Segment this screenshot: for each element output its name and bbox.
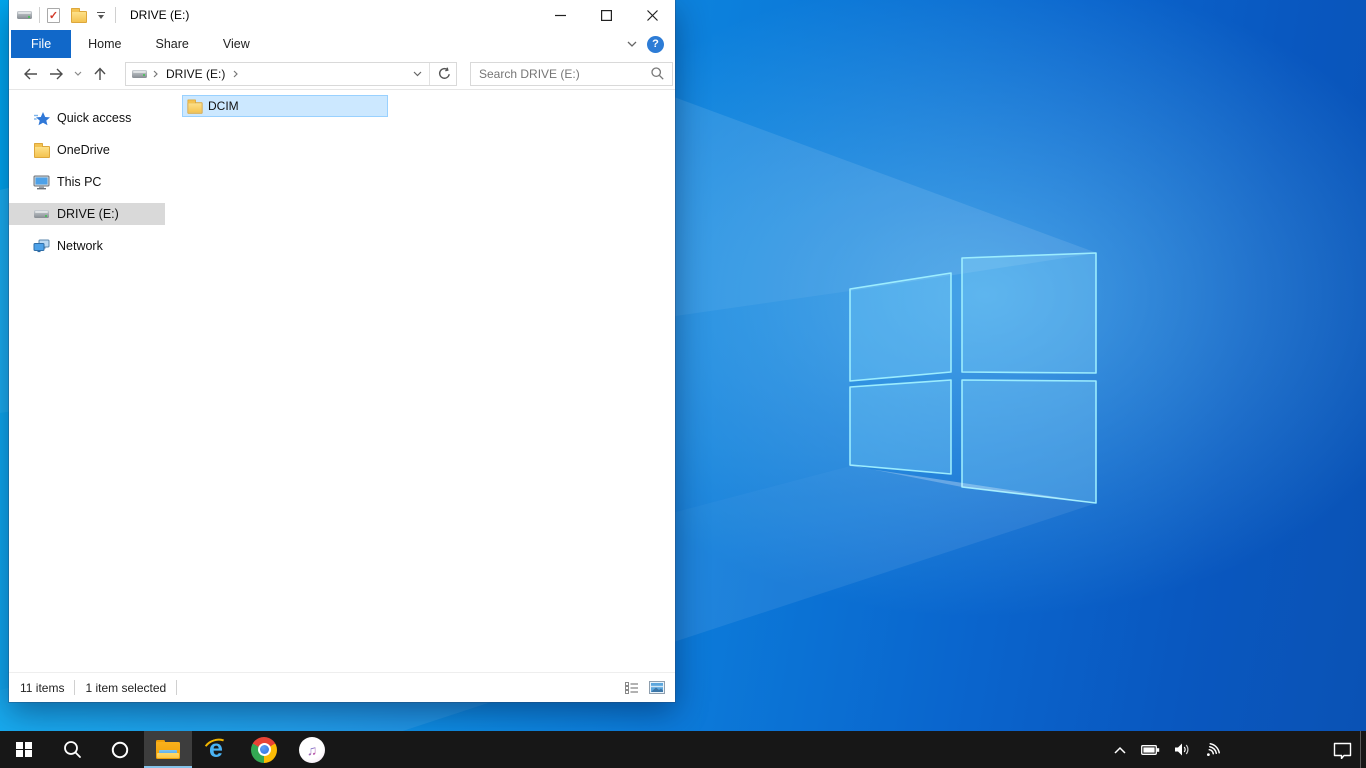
- file-explorer-icon: [156, 740, 180, 759]
- ribbon-tabs: File Home Share View ?: [9, 30, 675, 58]
- logo-pane-top-left: [849, 272, 952, 382]
- search-input[interactable]: [471, 66, 651, 81]
- address-bar[interactable]: DRIVE (E:): [125, 61, 457, 87]
- show-desktop-button[interactable]: [1360, 731, 1366, 768]
- sidebar-item-drive-e[interactable]: DRIVE (E:): [9, 203, 165, 225]
- sidebar-item-onedrive[interactable]: OneDrive: [9, 139, 165, 161]
- address-drive-icon[interactable]: [132, 69, 147, 78]
- divider: [74, 680, 76, 695]
- file-explorer-window: ✓ DRIVE (E:) File Home Share View ? DRIV…: [9, 0, 675, 702]
- taskbar-internet-explorer-button[interactable]: e: [192, 731, 240, 768]
- taskbar-file-explorer-button[interactable]: [144, 731, 192, 768]
- sidebar-item-label: DRIVE (E:): [57, 207, 119, 221]
- itunes-icon: ♫: [299, 736, 325, 763]
- divider: [176, 680, 178, 695]
- thumbnail-view-button[interactable]: [646, 678, 667, 697]
- file-list-area[interactable]: DCIM: [165, 90, 675, 672]
- network-icon: [33, 238, 50, 255]
- drive-icon: [33, 206, 50, 223]
- recent-locations-dropdown-icon[interactable]: [69, 61, 87, 87]
- sidebar-item-label: Quick access: [57, 111, 132, 125]
- logo-pane-top-right: [961, 252, 1097, 374]
- sidebar-item-this-pc[interactable]: This PC: [9, 171, 165, 193]
- back-button[interactable]: [17, 61, 43, 87]
- selection-count: 1 item selected: [85, 680, 167, 695]
- cortana-button[interactable]: [96, 731, 144, 768]
- taskbar-search-button[interactable]: [48, 731, 96, 768]
- sidebar-item-label: OneDrive: [57, 143, 110, 157]
- chrome-icon: [251, 736, 277, 763]
- windows-logo-icon: [16, 741, 32, 758]
- search-icon[interactable]: [651, 67, 672, 80]
- start-button[interactable]: [0, 731, 48, 768]
- logo-pane-bottom-left: [849, 379, 952, 475]
- expand-ribbon-icon[interactable]: [627, 41, 637, 47]
- search-box[interactable]: [470, 61, 673, 86]
- details-view-button[interactable]: [621, 678, 642, 697]
- tab-view[interactable]: View: [206, 30, 267, 58]
- item-count: 11 items: [20, 680, 65, 695]
- search-icon: [63, 741, 81, 758]
- forward-button[interactable]: [43, 61, 69, 87]
- sidebar-item-label: This PC: [57, 175, 102, 189]
- help-icon[interactable]: ?: [647, 35, 664, 53]
- new-folder-icon[interactable]: [71, 8, 87, 23]
- wifi-icon[interactable]: [1198, 731, 1229, 768]
- window-drive-icon: [17, 11, 32, 19]
- breadcrumb-chevron-icon[interactable]: [233, 70, 239, 78]
- action-center-icon[interactable]: [1325, 731, 1360, 768]
- minimize-button[interactable]: [537, 0, 583, 30]
- divider: [115, 7, 116, 23]
- internet-explorer-icon: e: [200, 735, 232, 763]
- folder-icon: [187, 99, 203, 114]
- window-title: DRIVE (E:): [130, 8, 190, 22]
- logo-pane-bottom-right: [961, 379, 1097, 504]
- divider: [39, 7, 40, 23]
- refresh-icon[interactable]: [432, 61, 456, 87]
- taskbar: e ♫: [0, 731, 1366, 768]
- navigation-pane: Quick access OneDrive This PC DRIVE (E:)…: [9, 90, 165, 672]
- sidebar-item-label: Network: [57, 239, 103, 253]
- close-button[interactable]: [629, 0, 675, 30]
- address-dropdown-icon[interactable]: [407, 61, 427, 87]
- onedrive-folder-icon: [33, 142, 50, 159]
- tab-home[interactable]: Home: [71, 30, 138, 58]
- system-tray: [1106, 731, 1366, 768]
- tray-chevron-up-icon[interactable]: [1106, 731, 1134, 768]
- sidebar-item-quick-access[interactable]: Quick access: [9, 107, 165, 129]
- sidebar-item-network[interactable]: Network: [9, 235, 165, 257]
- navigation-bar: DRIVE (E:): [9, 58, 675, 90]
- caption-buttons: [537, 0, 675, 30]
- customize-qat-dropdown-icon[interactable]: [94, 9, 108, 22]
- desktop-wallpaper: ✓ DRIVE (E:) File Home Share View ? DRIV…: [0, 0, 1366, 768]
- status-bar: 11 items 1 item selected: [9, 672, 675, 702]
- tab-file[interactable]: File: [11, 30, 72, 58]
- cortana-icon: [111, 741, 129, 758]
- breadcrumb-chevron-icon[interactable]: [153, 70, 158, 78]
- divider: [429, 62, 430, 85]
- quick-access-star-icon: [33, 110, 50, 127]
- this-pc-icon: [33, 174, 50, 191]
- breadcrumb-drive-e[interactable]: DRIVE (E:): [164, 65, 227, 83]
- battery-icon[interactable]: [1134, 731, 1167, 768]
- taskbar-chrome-button[interactable]: [240, 731, 288, 768]
- tab-share[interactable]: Share: [139, 30, 206, 58]
- file-name: DCIM: [208, 99, 239, 113]
- properties-icon[interactable]: ✓: [47, 7, 60, 23]
- taskbar-itunes-button[interactable]: ♫: [288, 731, 336, 768]
- up-button[interactable]: [87, 61, 113, 87]
- maximize-button[interactable]: [583, 0, 629, 30]
- titlebar: ✓ DRIVE (E:): [9, 0, 675, 30]
- file-item-dcim[interactable]: DCIM: [182, 95, 388, 117]
- volume-icon[interactable]: [1167, 731, 1198, 768]
